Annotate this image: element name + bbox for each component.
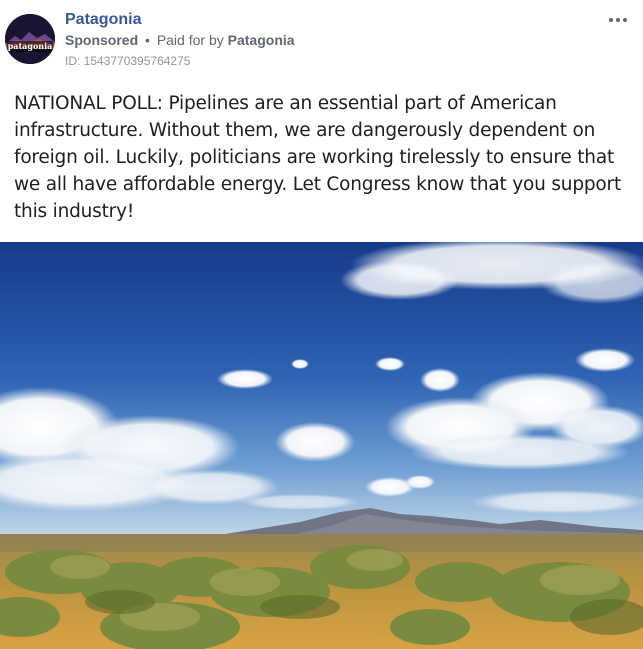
post-meta: Sponsored • Paid for by Patagonia	[65, 32, 295, 48]
post-body-text: NATIONAL POLL: Pipelines are an essentia…	[14, 93, 621, 222]
more-options-button[interactable]	[606, 10, 630, 30]
paid-for-name: Patagonia	[227, 32, 295, 48]
paid-for-prefix: Paid for by	[156, 32, 224, 48]
meta-separator: •	[145, 32, 150, 48]
post-header: patagonia Patagonia Sponsored • Paid for…	[0, 0, 643, 80]
page-name-link[interactable]: Patagonia	[65, 11, 141, 29]
sponsored-label[interactable]: Sponsored	[65, 32, 138, 48]
ad-id: ID: 1543770395764275	[65, 54, 191, 68]
landscape-photo	[0, 242, 643, 649]
avatar-logo-text: patagonia	[8, 41, 53, 51]
ellipsis-horizontal-icon	[609, 18, 627, 22]
page-avatar[interactable]: patagonia	[5, 14, 55, 64]
post-image[interactable]	[0, 242, 643, 649]
patagonia-logo-icon: patagonia	[5, 14, 55, 64]
